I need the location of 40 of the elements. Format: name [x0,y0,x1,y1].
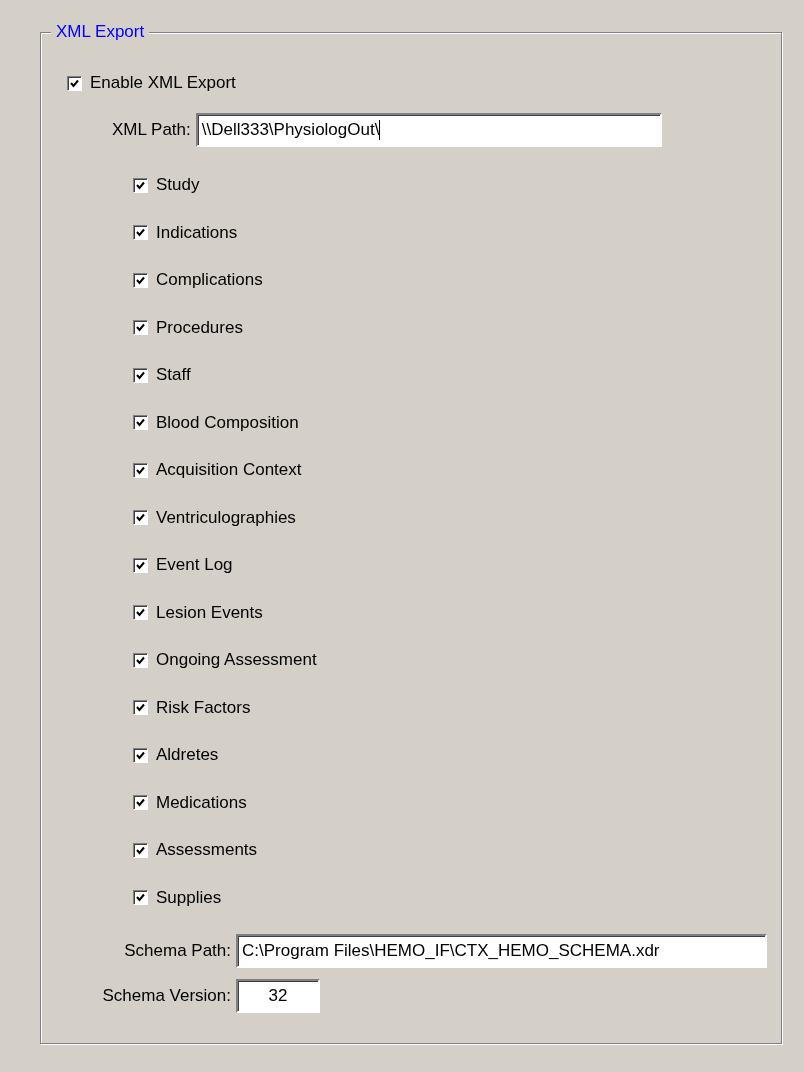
checkbox[interactable] [133,415,148,430]
checkbox-label: Medications [156,792,247,813]
checkbox-label: Acquisition Context [156,460,302,480]
checkbox-label: Study [156,175,200,195]
checkbox[interactable] [133,272,148,288]
checkbox-label: Ventriculographies [156,507,296,528]
checkbox-label: Supplies [156,887,222,908]
checkbox[interactable] [133,842,148,858]
checkbox[interactable] [133,747,148,763]
field-label: Schema Path: [123,940,231,961]
checkbox-label: Assessments [156,840,258,860]
checkbox-label: Enable XML Export [90,73,236,93]
checkbox-label: Event Log [156,555,233,575]
checkbox-label: Blood Composition [156,412,299,433]
checkbox-label: Lesion Events [156,602,263,623]
checkbox-label: Risk Factors [156,697,251,718]
checkbox[interactable] [67,75,82,91]
checkbox[interactable] [133,225,148,240]
checkbox[interactable] [133,890,148,905]
checkbox-label: Staff [156,365,191,385]
schema-path-field[interactable]: C:\Program Files\HEMO_IF\CTX_HEMO_SCHEMA.xdr [236,933,767,968]
checkbox[interactable] [133,320,148,335]
schema-version-field[interactable]: 32 [236,978,320,1013]
checkbox-label: Ongoing Assessment [156,650,317,670]
checkbox[interactable] [133,177,148,193]
checkbox[interactable] [133,605,148,620]
checkbox[interactable] [133,795,148,810]
checkbox[interactable] [133,462,148,478]
checkbox[interactable] [133,652,148,668]
checkbox-label: Complications [156,270,263,290]
checkbox-label: Aldretes [156,745,219,765]
checkbox-label: Indications [156,222,238,243]
checkbox[interactable] [133,367,148,383]
checkbox[interactable] [133,557,148,573]
checkbox[interactable] [133,510,148,525]
checkbox[interactable] [133,700,148,715]
field-label: Schema Version: [101,985,231,1006]
xml-path-field[interactable]: \\Dell333\PhysiologOut\ [195,113,662,147]
checkbox-label: Procedures [156,317,243,338]
field-label: XML Path: [112,120,191,140]
